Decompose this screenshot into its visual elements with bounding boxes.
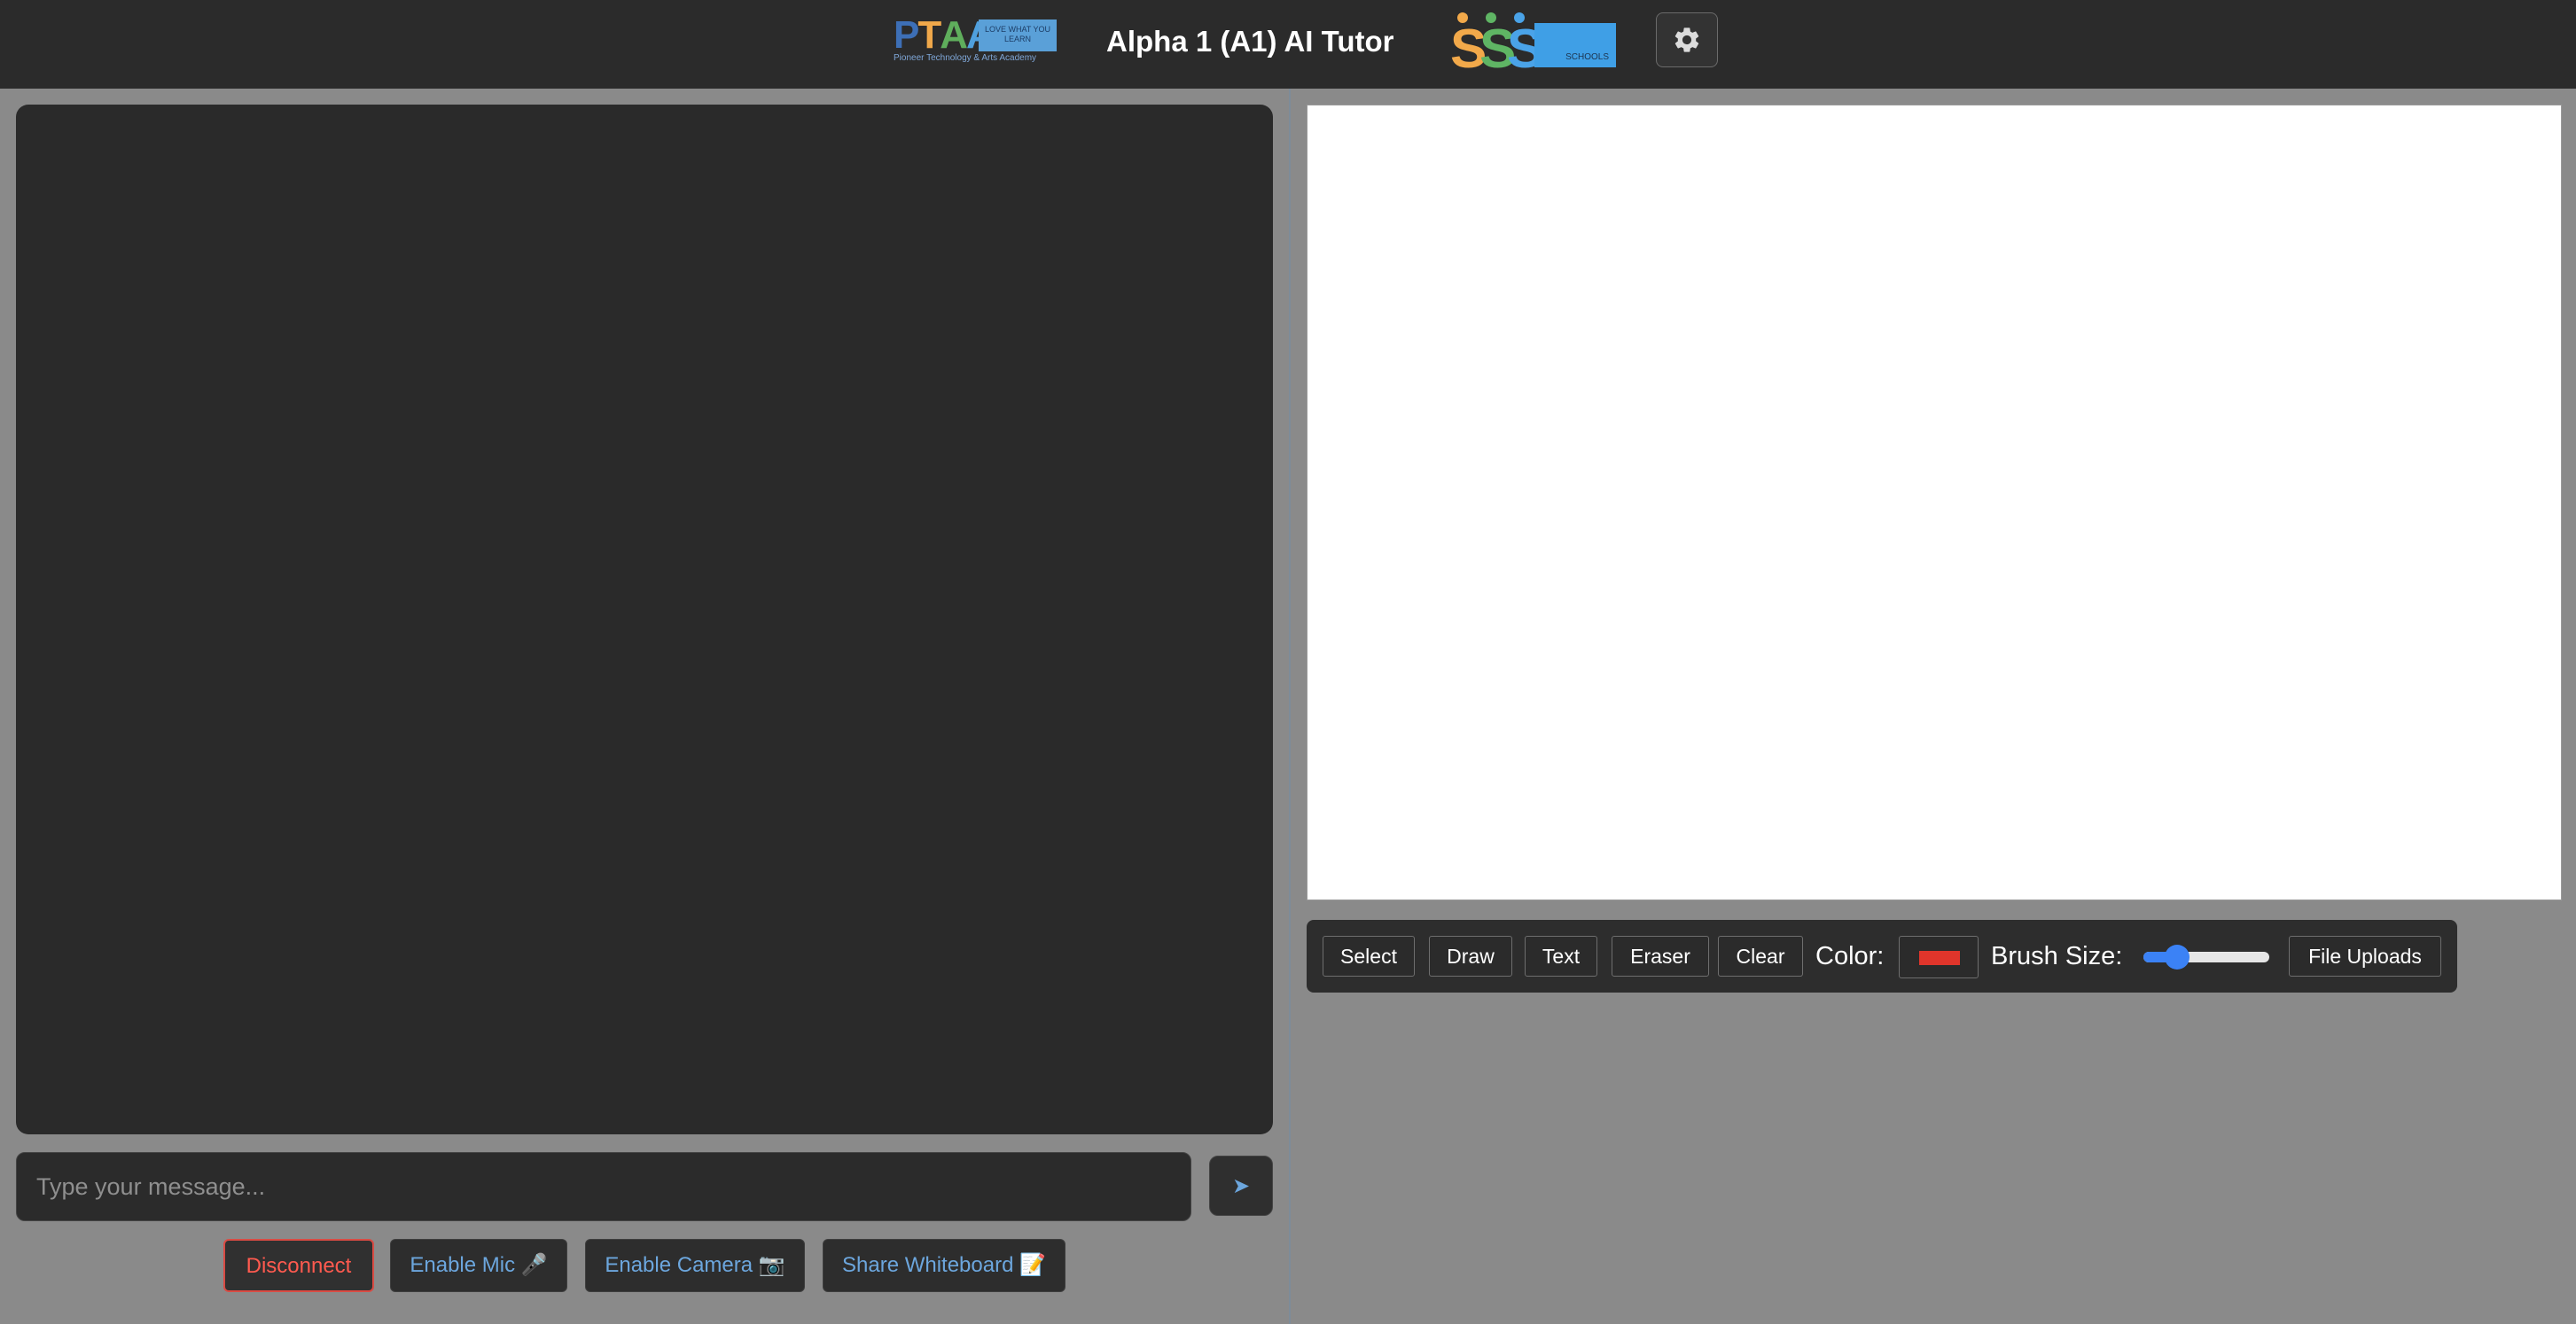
clear-button[interactable]: Clear <box>1718 936 1803 977</box>
send-icon: ➤ <box>1231 1173 1251 1198</box>
settings-button[interactable] <box>1656 12 1718 67</box>
message-input[interactable] <box>16 1152 1191 1221</box>
top-header: PTAA LOVE WHAT YOU LEARN Pioneer Technol… <box>0 0 2576 89</box>
send-button[interactable]: ➤ <box>1209 1156 1273 1216</box>
brush-size-slider[interactable] <box>2143 945 2269 970</box>
file-uploads-button[interactable]: File Uploads <box>2289 936 2441 977</box>
ptaa-logo-badge: LOVE WHAT YOU LEARN <box>979 19 1057 51</box>
gear-icon <box>1674 27 1699 52</box>
whiteboard-toolbar: Select Draw Text Eraser Clear Color: Bru… <box>1307 920 2457 993</box>
color-label: Color: <box>1815 942 1885 970</box>
app-title: Alpha 1 (A1) AI Tutor <box>1106 25 1394 58</box>
panel-divider[interactable] <box>1289 89 1291 1324</box>
sss-logo-badge: SCHOOLS <box>1534 23 1616 67</box>
share-whiteboard-button[interactable]: Share Whiteboard 📝 <box>823 1239 1066 1292</box>
chat-messages-area[interactable] <box>16 105 1273 1134</box>
text-tool-button[interactable]: Text <box>1525 936 1597 977</box>
sss-logo-label: SCHOOLS <box>1565 52 1609 62</box>
color-swatch <box>1919 951 1960 965</box>
ptaa-letter-t: T <box>917 13 941 57</box>
ptaa-logo-subtitle: Pioneer Technology & Arts Academy <box>894 53 1037 63</box>
whiteboard-canvas[interactable] <box>1307 105 2562 900</box>
ptaa-letter-a1: A <box>940 13 968 57</box>
ptaa-letter-p: P <box>894 13 919 57</box>
disconnect-button[interactable]: Disconnect <box>223 1239 374 1292</box>
draw-tool-button[interactable]: Draw <box>1429 936 1512 977</box>
sss-schools-logo: S S S SCHOOLS <box>1450 11 1619 80</box>
sss-logo-mark: S S S <box>1450 12 1543 80</box>
color-picker[interactable] <box>1899 936 1979 978</box>
select-tool-button[interactable]: Select <box>1323 936 1415 977</box>
eraser-tool-button[interactable]: Eraser <box>1612 936 1709 977</box>
enable-mic-button[interactable]: Enable Mic 🎤 <box>390 1239 567 1292</box>
ptaa-logo: PTAA LOVE WHAT YOU LEARN Pioneer Technol… <box>894 11 1057 63</box>
enable-camera-button[interactable]: Enable Camera 📷 <box>585 1239 805 1292</box>
brush-size-slider-thumb[interactable] <box>2165 945 2190 970</box>
brush-size-label: Brush Size: <box>1991 942 2123 970</box>
